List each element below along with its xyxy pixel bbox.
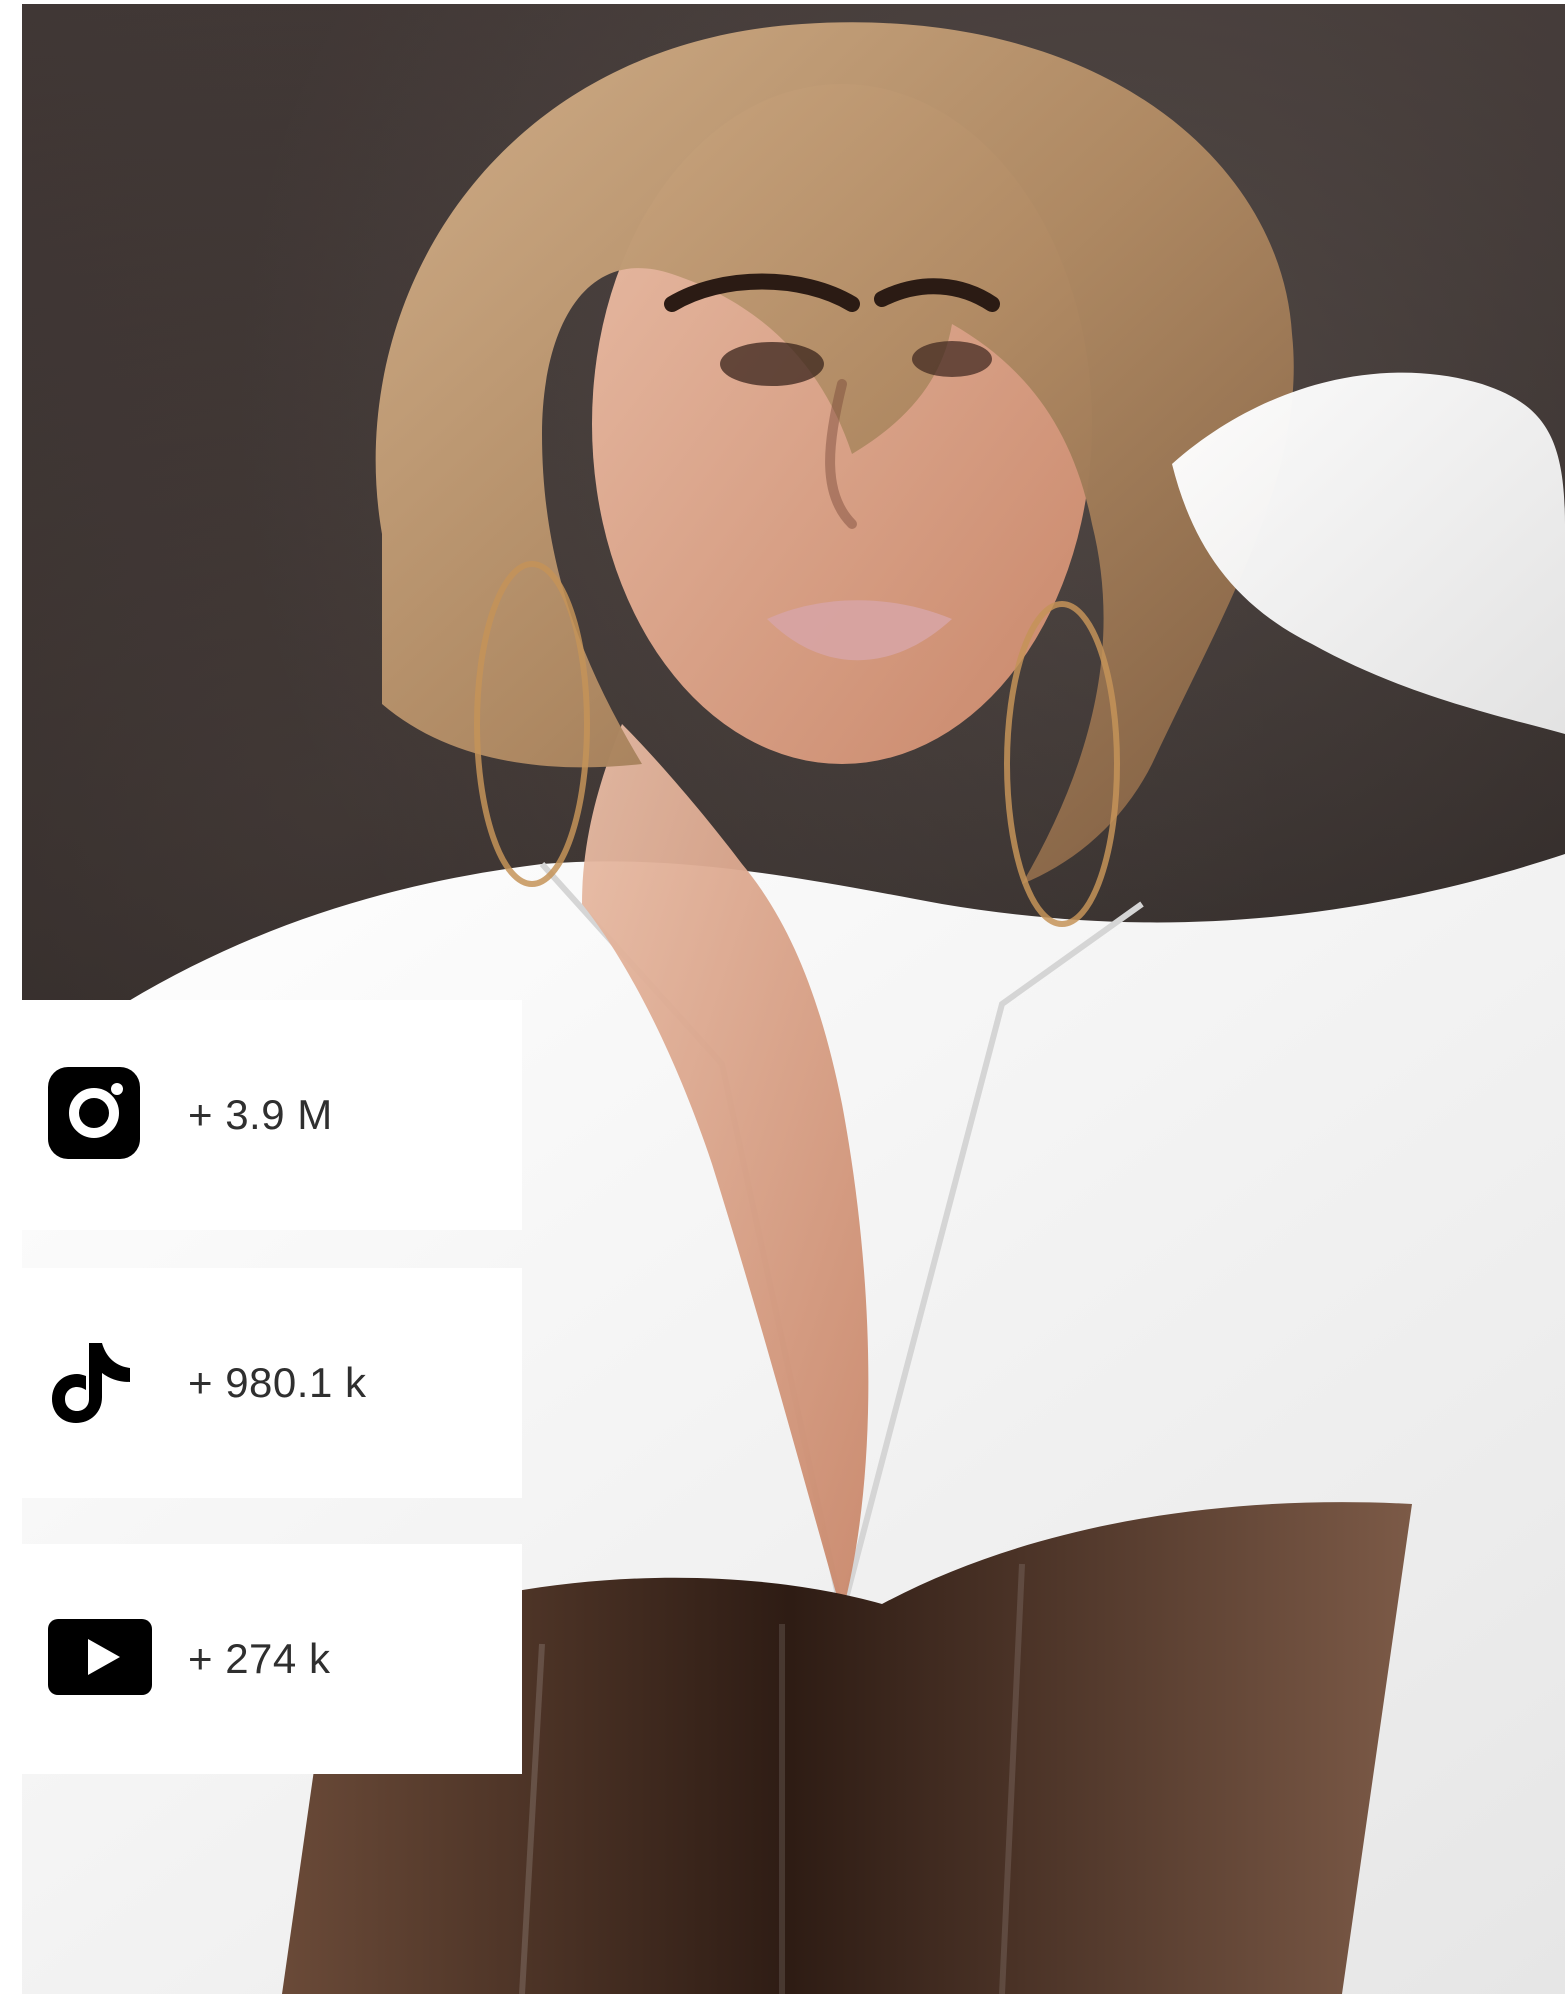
youtube-icon <box>48 1619 152 1695</box>
instagram-follower-count: + 3.9 M <box>188 1091 333 1138</box>
left-eye <box>720 342 824 386</box>
right-eye <box>912 341 992 377</box>
youtube-subscribers-card: + 274 k <box>22 1544 522 1774</box>
tiktok-icon <box>52 1343 130 1423</box>
youtube-subscriber-count: + 274 k <box>188 1635 331 1682</box>
tiktok-follower-count: + 980.1 k <box>188 1359 367 1406</box>
tiktok-icon-container <box>48 1335 140 1431</box>
instagram-followers-card: + 3.9 M <box>22 1000 522 1230</box>
raised-arm-sleeve <box>1172 372 1565 734</box>
youtube-icon-container <box>48 1619 152 1699</box>
instagram-icon-container <box>48 1067 140 1163</box>
instagram-icon <box>48 1067 140 1159</box>
tiktok-followers-card: + 980.1 k <box>22 1268 522 1498</box>
